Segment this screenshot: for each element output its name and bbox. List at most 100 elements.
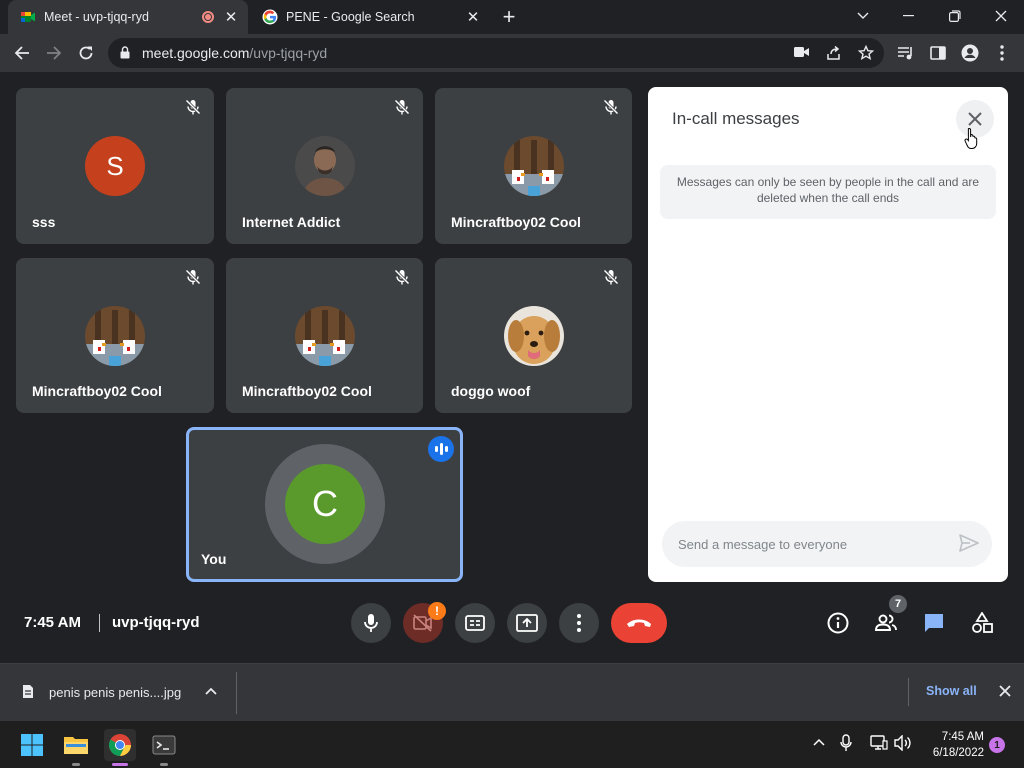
microphone-in-use-icon[interactable] bbox=[840, 734, 852, 752]
participant-name: doggo woof bbox=[451, 383, 531, 399]
more-vert-icon bbox=[577, 614, 581, 632]
camera-warning-badge: ! bbox=[428, 602, 446, 620]
restore-button[interactable] bbox=[932, 0, 978, 32]
hang-up-icon bbox=[627, 619, 651, 627]
tab-close-icon[interactable]: ✕ bbox=[222, 8, 240, 26]
captions-button[interactable] bbox=[455, 603, 495, 643]
participant-name: Mincraftboy02 Cool bbox=[242, 383, 372, 399]
tab-title: PENE - Google Search bbox=[286, 10, 415, 24]
avatar-photo-chickens bbox=[503, 136, 564, 196]
activities-shapes-icon bbox=[972, 612, 993, 633]
mic-off-icon bbox=[603, 269, 619, 285]
back-button[interactable] bbox=[8, 39, 36, 67]
participant-tile[interactable]: Mincraftboy02 Cool bbox=[435, 88, 632, 244]
participant-name: Mincraftboy02 Cool bbox=[32, 383, 162, 399]
minimize-button[interactable] bbox=[886, 0, 932, 32]
terminal-button[interactable] bbox=[148, 729, 180, 766]
panel-title: In-call messages bbox=[672, 109, 800, 128]
show-hidden-icons-chevron-icon[interactable] bbox=[812, 735, 826, 749]
tab-search-chevron-icon[interactable] bbox=[840, 0, 886, 32]
hand-cursor-icon bbox=[964, 127, 978, 149]
url-path: /uvp-tjqq-ryd bbox=[249, 45, 328, 61]
running-indicator bbox=[160, 763, 168, 766]
reload-button[interactable] bbox=[72, 39, 100, 67]
windows-taskbar: 7:45 AM 6/18/2022 1 bbox=[0, 721, 1024, 768]
tab-title: Meet - uvp-tjqq-ryd bbox=[44, 10, 149, 24]
microphone-button[interactable] bbox=[351, 603, 391, 643]
google-icon bbox=[262, 9, 278, 25]
avatar-letter: C bbox=[312, 483, 338, 524]
running-indicator bbox=[72, 763, 80, 766]
participant-tile[interactable]: Mincraftboy02 Cool bbox=[16, 258, 214, 413]
activities-button[interactable] bbox=[968, 609, 996, 637]
forward-button[interactable] bbox=[40, 39, 68, 67]
download-shelf: penis penis penis....jpg Show all bbox=[0, 663, 1024, 721]
volume-icon[interactable] bbox=[894, 735, 912, 751]
present-button[interactable] bbox=[507, 603, 547, 643]
chrome-taskbar-button[interactable] bbox=[104, 729, 136, 766]
share-icon[interactable] bbox=[826, 45, 842, 61]
more-options-button[interactable] bbox=[559, 603, 599, 643]
chat-button[interactable] bbox=[920, 609, 948, 637]
chevron-up-icon[interactable] bbox=[204, 684, 218, 698]
taskbar-date: 6/18/2022 bbox=[932, 747, 984, 759]
running-indicator bbox=[112, 763, 128, 766]
mic-off-icon bbox=[394, 99, 410, 115]
divider bbox=[236, 672, 237, 714]
browser-menu-button[interactable] bbox=[988, 39, 1016, 67]
meeting-clock: 7:45 AM bbox=[24, 614, 81, 631]
self-tile[interactable]: C You bbox=[186, 427, 463, 582]
chrome-icon bbox=[109, 734, 131, 756]
participant-name: sss bbox=[32, 214, 56, 230]
divider bbox=[99, 614, 100, 632]
participant-name: Internet Addict bbox=[242, 214, 341, 230]
close-icon[interactable] bbox=[998, 684, 1012, 698]
participant-tile[interactable]: doggo woof bbox=[435, 258, 632, 413]
notification-badge[interactable]: 1 bbox=[989, 737, 1005, 753]
address-bar[interactable]: meet.google.com/uvp-tjqq-ryd bbox=[108, 38, 884, 68]
tab-close-icon[interactable]: ✕ bbox=[464, 8, 482, 26]
chat-icon bbox=[925, 614, 943, 632]
mic-off-icon bbox=[185, 99, 201, 115]
participant-tile[interactable]: S sss bbox=[16, 88, 214, 244]
download-file-name[interactable]: penis penis penis....jpg bbox=[49, 685, 181, 700]
divider bbox=[908, 678, 909, 706]
participant-count-badge: 7 bbox=[889, 595, 907, 613]
participant-tile[interactable]: Internet Addict bbox=[226, 88, 423, 244]
tab-google-search[interactable]: PENE - Google Search ✕ bbox=[250, 0, 490, 34]
network-icon[interactable] bbox=[870, 735, 888, 751]
tab-meet[interactable]: Meet - uvp-tjqq-ryd ✕ bbox=[8, 0, 248, 34]
avatar-photo-man bbox=[294, 136, 355, 196]
show-all-downloads-link[interactable]: Show all bbox=[926, 684, 977, 698]
media-controls-button[interactable] bbox=[892, 39, 920, 67]
tab-strip: Meet - uvp-tjqq-ryd ✕ PENE - Google Sear… bbox=[0, 0, 1024, 34]
info-icon bbox=[827, 612, 849, 634]
camera-in-use-icon[interactable] bbox=[794, 46, 810, 58]
bookmark-star-icon[interactable] bbox=[858, 45, 874, 61]
windows-logo-icon bbox=[21, 734, 43, 756]
mic-off-icon bbox=[603, 99, 619, 115]
terminal-icon bbox=[152, 735, 176, 755]
new-tab-button[interactable]: + bbox=[496, 4, 522, 30]
taskbar-clock[interactable]: 7:45 AM 6/18/2022 bbox=[922, 729, 984, 761]
meet-call-area: S sss Internet Addict Mincraftboy02 Cool bbox=[0, 72, 1024, 662]
side-panel-button[interactable] bbox=[924, 39, 952, 67]
file-explorer-button[interactable] bbox=[60, 729, 92, 766]
profile-button[interactable] bbox=[956, 39, 984, 67]
message-input[interactable] bbox=[678, 534, 938, 554]
people-button[interactable] bbox=[872, 609, 900, 637]
avatar-photo-chickens bbox=[85, 306, 145, 366]
browser-toolbar: meet.google.com/uvp-tjqq-ryd bbox=[0, 34, 1024, 72]
start-button[interactable] bbox=[16, 729, 48, 761]
recording-indicator-icon bbox=[202, 11, 214, 23]
participant-tile[interactable]: Mincraftboy02 Cool bbox=[226, 258, 423, 413]
speaking-indicator-icon bbox=[428, 436, 454, 462]
avatar-photo-dog bbox=[503, 306, 564, 366]
taskbar-time: 7:45 AM bbox=[941, 731, 984, 743]
mic-icon bbox=[364, 614, 378, 632]
url-text: meet.google.com/uvp-tjqq-ryd bbox=[142, 45, 327, 61]
leave-call-button[interactable] bbox=[611, 603, 667, 643]
close-window-button[interactable] bbox=[978, 0, 1024, 32]
meeting-details-button[interactable] bbox=[824, 609, 852, 637]
send-icon[interactable] bbox=[958, 533, 980, 553]
